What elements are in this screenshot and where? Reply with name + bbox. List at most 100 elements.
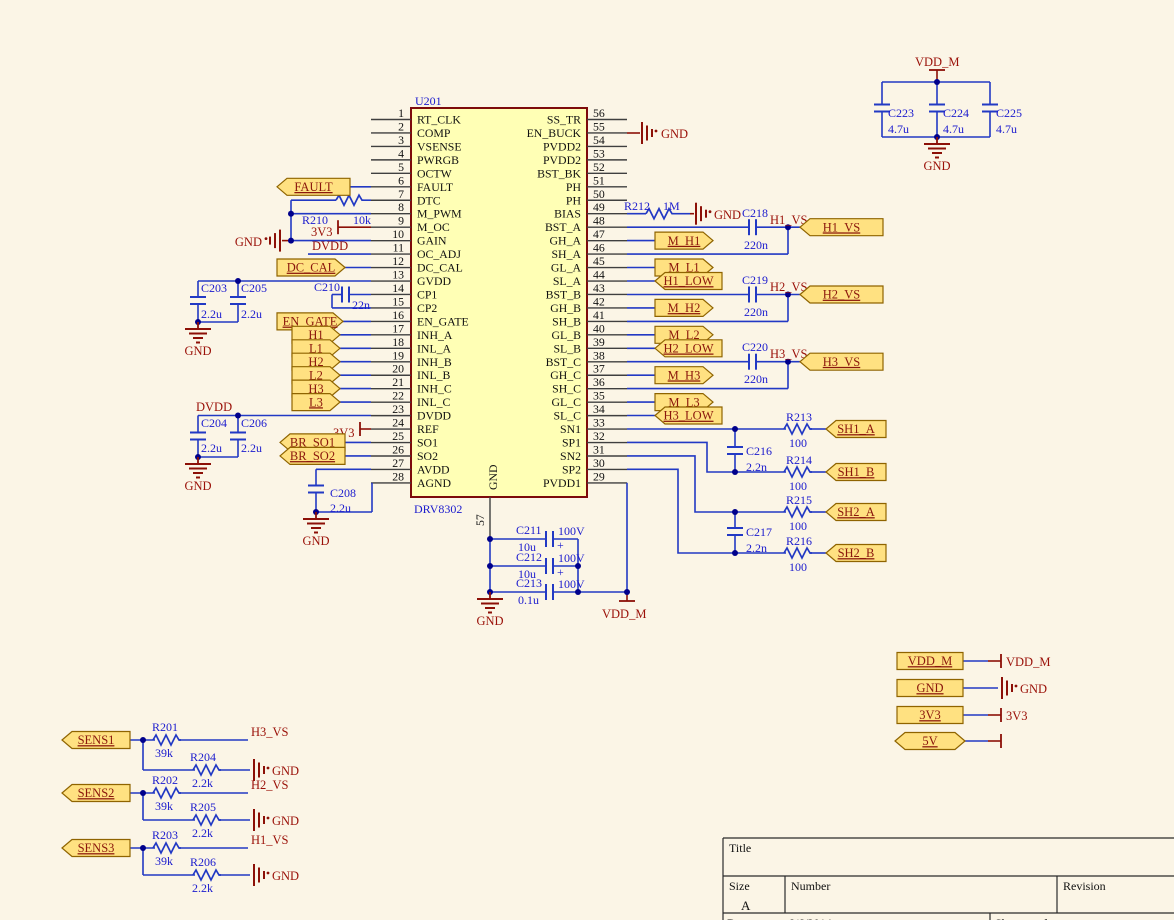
capacitor-C219[interactable]: C219220n <box>742 273 768 319</box>
pin-number: 40 <box>593 321 605 335</box>
port-FAULT[interactable]: FAULT <box>277 178 350 195</box>
port-H2_VS[interactable]: H2_VS <box>800 286 883 303</box>
schematic-page: U201DRV83021RT_CLK56SS_TR2COMP55EN_BUCK3… <box>0 0 1174 920</box>
capacitor-voltage: 100V <box>558 524 585 538</box>
capacitor-C223[interactable]: C2234.7u <box>874 105 914 137</box>
port-5V[interactable]: 5V <box>895 733 965 750</box>
port-H2_LOW[interactable]: H2_LOW <box>655 340 722 357</box>
port-H3_VS[interactable]: H3_VS <box>800 353 883 370</box>
gnd-earth-symbol[interactable]: GND <box>923 137 950 173</box>
wire <box>193 870 221 880</box>
resistor-R214[interactable]: R214100 <box>784 453 812 493</box>
port-GND[interactable]: GND <box>897 680 963 697</box>
3v3-net-label: 3V3 <box>311 225 333 239</box>
capacitor-voltage: 100V <box>558 577 585 591</box>
capacitor-C203[interactable]: C2032.2u <box>190 281 227 321</box>
gnd-earth-symbol[interactable]: GND <box>184 322 211 358</box>
resistor-designator: R212 <box>624 199 650 213</box>
capacitor-value: 2.2n <box>746 541 767 555</box>
capacitor-value: 2.2n <box>746 460 767 474</box>
pin-name: SS_TR <box>547 113 581 127</box>
resistor-R201[interactable]: R20139k <box>152 720 181 760</box>
port-H1_VS[interactable]: H1_VS <box>800 219 883 236</box>
port-DC_CAL[interactable]: DC_CAL <box>277 259 345 276</box>
gnd-power-symbol[interactable]: GND <box>642 122 688 144</box>
gnd-label: GND <box>1020 682 1047 696</box>
port-BR_SO2[interactable]: BR_SO2 <box>280 447 345 464</box>
capacitor-C204[interactable]: C2042.2u <box>190 416 227 455</box>
gnd-power-symbol[interactable]: GND <box>254 809 299 831</box>
port-SH2_B[interactable]: SH2_B <box>826 545 886 562</box>
resistor-R212[interactable]: R2121M <box>624 199 680 219</box>
pin-name: PVDD2 <box>543 153 581 167</box>
resistor-designator: R203 <box>152 828 178 842</box>
port-SENS1[interactable]: SENS1 <box>62 732 130 749</box>
gnd-label: GND <box>714 208 741 222</box>
capacitor-C225[interactable]: C2254.7u <box>982 105 1022 137</box>
port-3V3[interactable]: 3V3 <box>897 707 963 724</box>
port-VDD_M[interactable]: VDD_M <box>897 653 963 670</box>
pin-number: 30 <box>593 456 605 470</box>
port-M_H3[interactable]: M_H3 <box>655 367 713 384</box>
pin-name: GL_A <box>551 261 582 275</box>
capacitor-C218[interactable]: C218220n <box>742 206 768 252</box>
resistor-designator: R215 <box>786 493 812 507</box>
port-M_H1[interactable]: M_H1 <box>655 232 713 249</box>
pin-name: DTC <box>417 193 441 207</box>
pin-name: DC_CAL <box>417 261 463 275</box>
capacitor-C220[interactable]: C220220n <box>742 340 768 386</box>
port-label: SH2_B <box>838 546 875 560</box>
pin-name: PH <box>566 180 582 194</box>
wire <box>153 735 181 745</box>
gnd-earth-symbol[interactable]: GND <box>184 457 211 493</box>
resistor-R202[interactable]: R20239k <box>152 773 181 813</box>
capacitor-designator: C212 <box>516 550 542 564</box>
revision-label: Revision <box>1063 879 1106 893</box>
ic-u201[interactable]: U201DRV83021RT_CLK56SS_TR2COMP55EN_BUCK3… <box>371 94 627 537</box>
resistor-R216[interactable]: R216100 <box>784 534 812 574</box>
pin-name: BST_B <box>546 287 582 301</box>
gnd-power-symbol[interactable]: GND <box>254 864 299 886</box>
resistor-R213[interactable]: R213100 <box>784 410 812 450</box>
resistor-value: 100 <box>789 560 807 574</box>
pin-number: 57 <box>473 514 487 526</box>
capacitor-C206[interactable]: C2062.2u <box>230 416 267 455</box>
gnd-label: GND <box>661 127 688 141</box>
h2-vs-net-label: H2_VS <box>770 280 808 294</box>
gnd-earth-symbol[interactable]: GND <box>476 592 503 628</box>
port-SENS3[interactable]: SENS3 <box>62 840 130 857</box>
resistor-R215[interactable]: R215100 <box>784 493 812 533</box>
gnd-power-symbol[interactable]: GND <box>1002 677 1047 699</box>
gnd-earth-symbol[interactable]: GND <box>302 512 329 548</box>
ic-designator: U201 <box>415 94 442 108</box>
capacitor-C224[interactable]: C2244.7u <box>929 105 969 137</box>
pin-name: SH_C <box>552 382 581 396</box>
resistor-value: 39k <box>155 854 173 868</box>
port-label: BR_SO2 <box>290 449 335 463</box>
port-H3_LOW[interactable]: H3_LOW <box>655 407 722 424</box>
size-value: A <box>741 898 751 913</box>
capacitor-C205[interactable]: C2052.2u <box>230 281 267 321</box>
capacitor-value: 4.7u <box>943 122 964 136</box>
port-SH1_B[interactable]: SH1_B <box>826 464 886 481</box>
port-label: 5V <box>922 734 937 748</box>
pin-number: 35 <box>593 389 605 403</box>
resistor-value: 39k <box>155 746 173 760</box>
pin-number: 42 <box>593 294 605 308</box>
port-SENS2[interactable]: SENS2 <box>62 785 130 802</box>
resistor-R203[interactable]: R203 39k <box>152 828 181 868</box>
gnd-power-symbol[interactable]: GND <box>696 203 741 225</box>
port-H1_LOW[interactable]: H1_LOW <box>655 273 722 290</box>
gnd-label: GND <box>272 869 299 883</box>
port-M_H2[interactable]: M_H2 <box>655 299 713 316</box>
gnd-power-symbol[interactable]: GND <box>235 230 280 252</box>
pin-number: 5 <box>398 160 404 174</box>
port-SH2_A[interactable]: SH2_A <box>826 504 886 521</box>
resistor-value: 100 <box>789 436 807 450</box>
port-SH1_A[interactable]: SH1_A <box>826 421 886 438</box>
capacitor-designator: C203 <box>201 281 227 295</box>
port-label: H3_VS <box>823 355 861 369</box>
port-L3[interactable]: L3 <box>292 394 340 411</box>
port-label: SH1_A <box>837 422 875 436</box>
wire <box>153 843 181 853</box>
